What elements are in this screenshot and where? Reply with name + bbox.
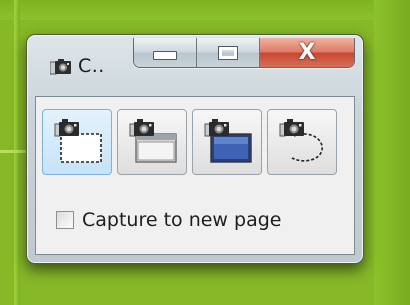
capture-fullscreen-icon [204, 119, 252, 163]
client-area: Capture to new page [35, 96, 355, 255]
camera-icon [50, 59, 71, 75]
capture-new-page-option[interactable]: Capture to new page [56, 209, 281, 231]
capture-window-button[interactable] [117, 109, 187, 175]
capture-mode-toolbar [42, 109, 337, 175]
capture-new-page-checkbox[interactable] [56, 211, 74, 229]
caption-buttons: X [133, 38, 355, 68]
capture-region-button[interactable] [42, 109, 112, 175]
maximize-button[interactable] [197, 38, 260, 67]
capture-region-icon [54, 119, 102, 163]
capture-fullscreen-button[interactable] [192, 109, 262, 175]
capture-new-page-label[interactable]: Capture to new page [82, 209, 281, 231]
capture-freeform-button[interactable] [267, 109, 337, 175]
close-button[interactable]: X [260, 38, 354, 67]
capture-window-icon [129, 119, 177, 163]
capture-freeform-icon [279, 119, 323, 162]
desktop-background [0, 0, 410, 20]
capture-window: C.. X Capture to new page [26, 34, 364, 264]
minimize-button[interactable] [134, 38, 197, 67]
close-icon: X [298, 39, 316, 65]
maximize-icon [218, 45, 238, 60]
desktop-decoration [374, 0, 410, 305]
title-bar[interactable]: C.. X [27, 35, 363, 91]
window-title: C.. [78, 55, 105, 77]
minimize-icon [153, 51, 177, 60]
